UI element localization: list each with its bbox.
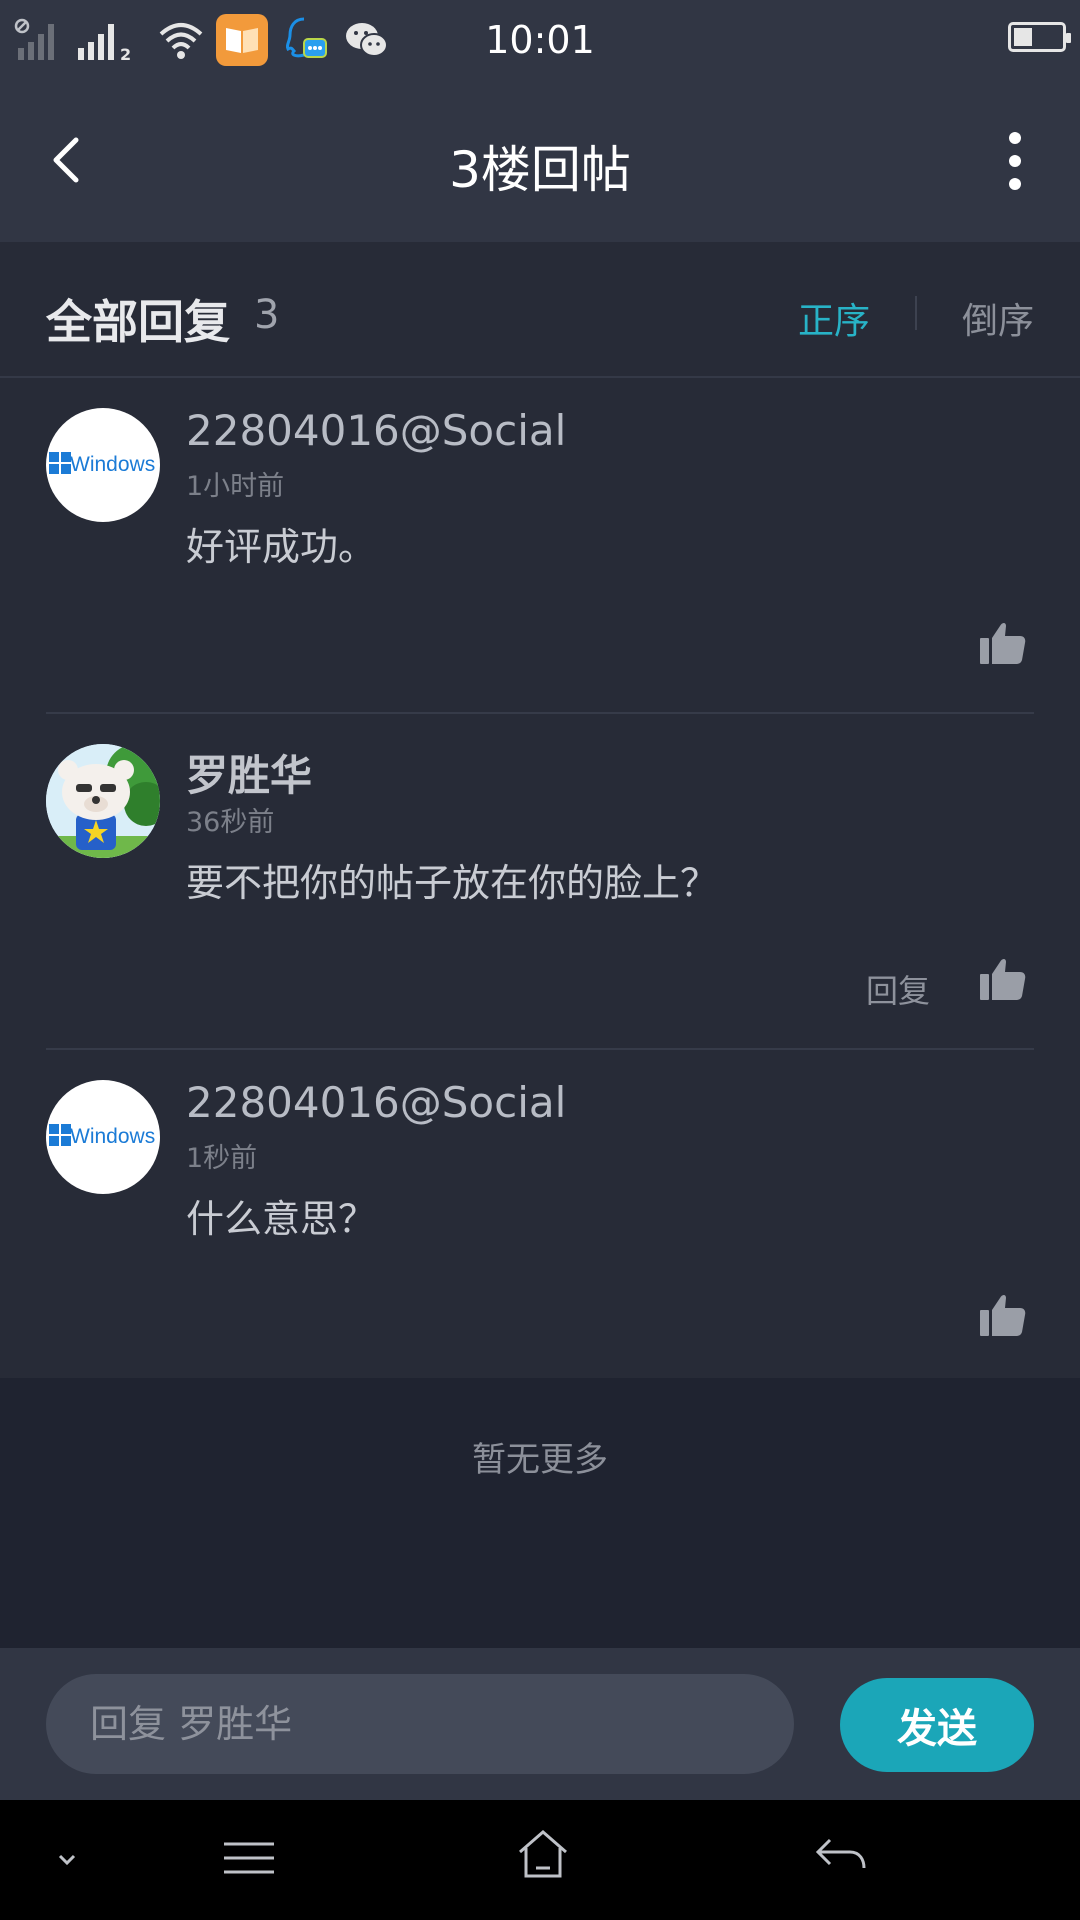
bear-avatar-image bbox=[46, 744, 160, 858]
reply-content: 什么意思？ bbox=[186, 1197, 377, 1241]
reply-content: 要不把你的帖子放在你的脸上？ bbox=[186, 861, 719, 905]
menu-icon[interactable] bbox=[222, 1838, 276, 1878]
reply-content: 好评成功。 bbox=[186, 525, 377, 569]
reply-list: Windows 22804016@Social 1小时前 好评成功。 罗胜华 3… bbox=[0, 378, 1080, 1386]
title-bar: 3楼回帖 bbox=[0, 80, 1080, 242]
home-icon[interactable] bbox=[516, 1828, 570, 1882]
reply-button[interactable]: 回复 bbox=[866, 966, 930, 1012]
thumbs-up-icon[interactable] bbox=[978, 1290, 1028, 1340]
navigation-bar bbox=[0, 1800, 1080, 1920]
replies-count: 3 bbox=[254, 292, 280, 338]
cartoon-bear-avatar[interactable] bbox=[46, 744, 160, 858]
reply-item: Windows 22804016@Social 1秒前 什么意思？ bbox=[0, 1050, 1080, 1386]
more-vertical-icon[interactable] bbox=[990, 128, 1040, 194]
reply-time: 1秒前 bbox=[186, 1143, 258, 1174]
avatar-text: Windows bbox=[70, 453, 156, 476]
status-time: 10:01 bbox=[485, 18, 595, 62]
reply-time: 36秒前 bbox=[186, 807, 275, 838]
windows-avatar[interactable]: Windows bbox=[46, 408, 160, 522]
reply-item: Windows 22804016@Social 1小时前 好评成功。 bbox=[0, 378, 1080, 714]
no-more-section: 暂无更多 bbox=[0, 1378, 1080, 1528]
reply-input[interactable] bbox=[46, 1674, 794, 1774]
avatar-text: Windows bbox=[70, 1125, 156, 1148]
send-button[interactable]: 发送 bbox=[840, 1678, 1034, 1772]
sort-descending-button[interactable]: 倒序 bbox=[962, 292, 1034, 344]
battery-icon bbox=[1008, 22, 1071, 52]
reply-username[interactable]: 22804016@Social bbox=[186, 406, 566, 455]
reply-time: 1小时前 bbox=[186, 471, 285, 502]
windows-avatar[interactable]: Windows bbox=[46, 1080, 160, 1194]
status-bar: 2 10:01 bbox=[0, 0, 1080, 80]
thumbs-up-icon[interactable] bbox=[978, 618, 1028, 668]
reply-item: 罗胜华 36秒前 要不把你的帖子放在你的脸上？ 回复 bbox=[0, 714, 1080, 1050]
sort-divider bbox=[915, 296, 917, 330]
replies-title: 全部回复 bbox=[46, 295, 230, 349]
windows-logo-icon bbox=[49, 1124, 71, 1146]
page-title: 3楼回帖 bbox=[449, 141, 631, 199]
reply-username[interactable]: 22804016@Social bbox=[186, 1078, 566, 1127]
windows-logo-icon bbox=[49, 452, 71, 474]
sort-ascending-button[interactable]: 正序 bbox=[798, 292, 870, 344]
thumbs-up-icon[interactable] bbox=[978, 954, 1028, 1004]
no-more-text: 暂无更多 bbox=[472, 1440, 608, 1480]
collapse-icon[interactable] bbox=[52, 1850, 82, 1870]
reply-bar: 发送 bbox=[0, 1648, 1080, 1800]
back-icon[interactable] bbox=[814, 1836, 868, 1876]
reply-username[interactable]: 罗胜华 bbox=[186, 742, 312, 803]
replies-header: 全部回复 3 正序 倒序 bbox=[0, 242, 1080, 378]
